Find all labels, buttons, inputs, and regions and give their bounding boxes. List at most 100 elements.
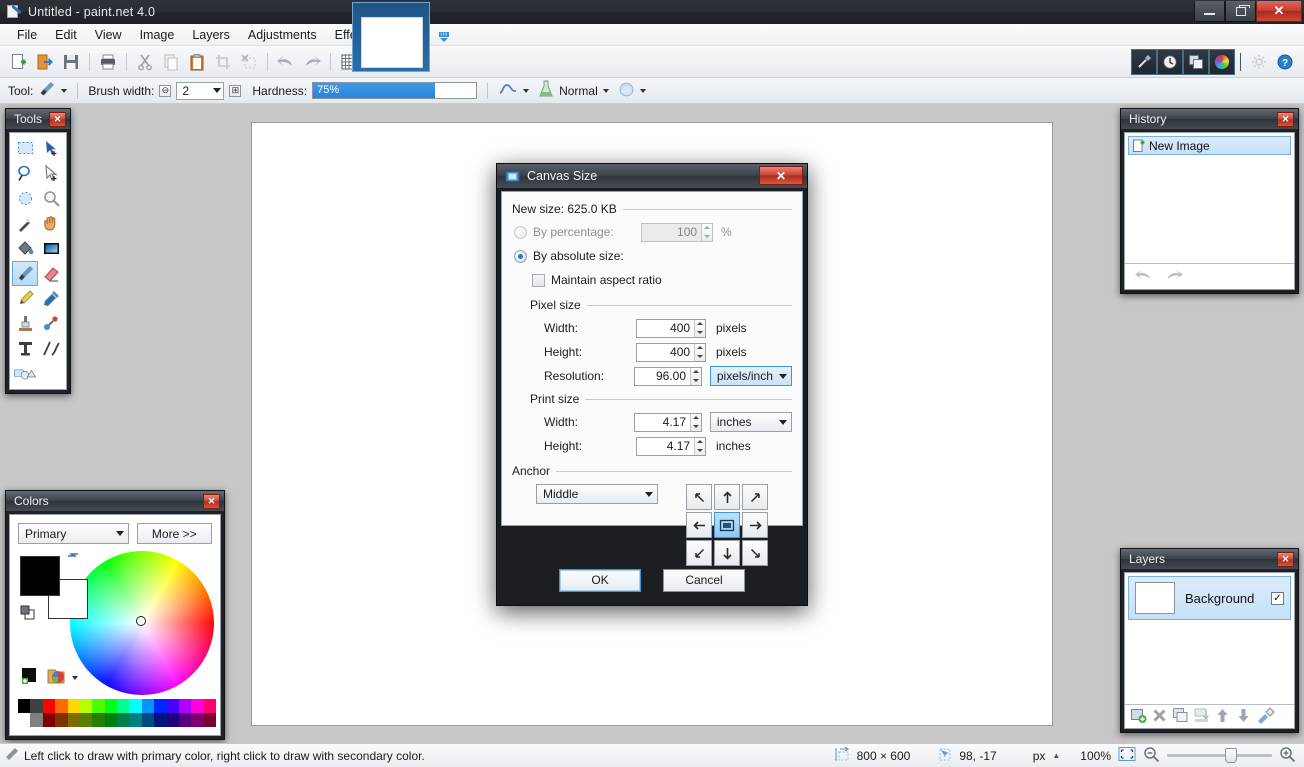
anchor-select[interactable]: Middle <box>536 484 658 504</box>
pixel-width-spinner[interactable] <box>636 318 706 338</box>
hardness-slider[interactable]: 75% <box>312 82 478 99</box>
history-window-icon[interactable] <box>1157 48 1183 75</box>
tools-window-icon[interactable] <box>1131 48 1157 75</box>
tool-magic-wand[interactable] <box>12 211 38 236</box>
undo-arrow-icon[interactable] <box>1133 267 1154 286</box>
tool-eraser[interactable] <box>38 261 64 286</box>
dialog-title-bar[interactable]: Canvas Size ✕ <box>497 164 807 188</box>
colors-panel-header[interactable]: Colors ✕ <box>6 491 224 511</box>
print-width-unit-select[interactable]: inches <box>709 412 792 432</box>
tool-move-selection[interactable] <box>38 161 64 186</box>
pixel-height-spin-down[interactable] <box>695 352 705 361</box>
anchor-top-right[interactable] <box>742 484 768 510</box>
colors-panel-close-icon[interactable]: ✕ <box>203 493 220 509</box>
resolution-spin-down[interactable] <box>691 376 701 385</box>
layer-visibility-checkbox[interactable]: ✓ <box>1271 591 1284 605</box>
pixel-height-spinner-buttons[interactable] <box>694 343 705 361</box>
minimize-button[interactable] <box>1194 1 1225 22</box>
print-width-spin-up[interactable] <box>691 414 701 423</box>
print-width-spinner-buttons[interactable] <box>690 413 701 431</box>
history-panel-header[interactable]: History ✕ <box>1121 109 1298 129</box>
merge-layer-down-icon[interactable] <box>1193 707 1210 727</box>
tools-panel-close-icon[interactable]: ✕ <box>49 111 66 127</box>
tool-text[interactable] <box>12 336 38 361</box>
fit-to-window-icon[interactable] <box>1118 746 1136 765</box>
tool-ellipse-select[interactable] <box>12 186 38 211</box>
print-icon[interactable] <box>95 49 121 75</box>
zoom-level-value[interactable]: 100% <box>1080 749 1111 763</box>
menu-adjustments[interactable]: Adjustments <box>239 26 326 44</box>
antialiasing-icon[interactable] <box>498 81 518 100</box>
layers-window-icon[interactable] <box>1183 48 1209 75</box>
layer-properties-icon[interactable] <box>1256 706 1275 727</box>
zoom-slider[interactable] <box>1167 748 1272 763</box>
settings-icon[interactable] <box>1246 49 1272 75</box>
ok-button[interactable]: OK <box>559 568 641 592</box>
close-button[interactable]: ✕ <box>1256 1 1302 22</box>
maximize-button[interactable] <box>1225 1 1256 22</box>
redo-arrow-icon[interactable] <box>1164 267 1185 286</box>
percentage-spin-up[interactable] <box>702 224 712 233</box>
cancel-button[interactable]: Cancel <box>663 568 745 592</box>
layers-list[interactable]: Background ✓ <box>1124 572 1295 729</box>
percentage-spin-down[interactable] <box>702 232 712 241</box>
open-icon[interactable] <box>32 49 58 75</box>
tool-lasso-select[interactable] <box>12 161 38 186</box>
antialiasing-dropdown-icon[interactable] <box>523 88 530 93</box>
color-wheel-cursor[interactable] <box>136 616 146 626</box>
save-icon[interactable] <box>58 49 84 75</box>
history-list[interactable]: New Image <box>1124 132 1295 290</box>
menu-file[interactable]: File <box>8 26 46 44</box>
print-height-spinner-buttons[interactable] <box>694 437 705 455</box>
chevron-down-icon[interactable] <box>213 88 222 93</box>
by-absolute-radio[interactable] <box>514 249 527 263</box>
tool-rectangle-select[interactable] <box>12 136 38 161</box>
print-width-spinner[interactable] <box>633 412 702 432</box>
pixel-width-spin-up[interactable] <box>695 320 705 329</box>
blend-mode-dropdown-icon[interactable] <box>602 88 609 93</box>
tools-panel-header[interactable]: Tools ✕ <box>6 109 70 129</box>
sampling-icon[interactable] <box>618 81 635 101</box>
menu-view[interactable]: View <box>86 26 131 44</box>
tool-recolor[interactable] <box>38 311 64 336</box>
more-button[interactable]: More >> <box>136 523 212 544</box>
pixel-width-spinner-buttons[interactable] <box>694 319 705 337</box>
print-width-spin-down[interactable] <box>691 422 701 431</box>
image-tab-thumbnail[interactable] <box>352 2 430 72</box>
menu-layers[interactable]: Layers <box>183 26 239 44</box>
anchor-top-left[interactable] <box>686 484 712 510</box>
anchor-top-center[interactable] <box>714 484 740 510</box>
color-mode-select[interactable]: Primary <box>18 523 129 544</box>
tab-dropdown-icon[interactable] <box>437 30 451 44</box>
add-layer-icon[interactable] <box>1130 707 1147 727</box>
brush-width-increase-button[interactable]: ⊞ <box>229 84 242 97</box>
paste-icon[interactable] <box>184 49 210 75</box>
move-layer-down-icon[interactable] <box>1235 707 1252 727</box>
anchor-middle-center[interactable] <box>714 512 740 538</box>
print-height-spin-down[interactable] <box>695 446 705 455</box>
tool-color-picker[interactable] <box>38 286 64 311</box>
swap-colors-icon[interactable] <box>66 548 80 562</box>
delete-layer-icon[interactable] <box>1151 707 1168 727</box>
palette-row-light[interactable] <box>18 699 216 713</box>
tool-shapes[interactable] <box>12 361 38 386</box>
undo-icon[interactable] <box>273 49 299 75</box>
layers-panel-close-icon[interactable]: ✕ <box>1277 551 1294 567</box>
unit-label[interactable]: px <box>1033 749 1046 763</box>
move-layer-up-icon[interactable] <box>1214 707 1231 727</box>
zoom-in-icon[interactable] <box>1279 746 1296 765</box>
tool-pan[interactable] <box>38 211 64 236</box>
brush-width-decrease-button[interactable]: ⊖ <box>159 84 172 97</box>
tool-pencil[interactable] <box>12 286 38 311</box>
pixel-width-spin-down[interactable] <box>695 328 705 337</box>
tool-clone-stamp[interactable] <box>12 311 38 336</box>
copy-icon[interactable] <box>158 49 184 75</box>
tool-gradient[interactable] <box>38 236 64 261</box>
palette-icon[interactable] <box>46 666 66 689</box>
resolution-spinner-buttons[interactable] <box>690 367 701 385</box>
color-wheel[interactable] <box>70 551 214 695</box>
resolution-spinner[interactable] <box>633 366 702 386</box>
percentage-spinner-buttons[interactable] <box>701 223 712 241</box>
colors-window-icon[interactable] <box>1209 48 1235 75</box>
tool-paintbrush[interactable] <box>12 261 38 286</box>
